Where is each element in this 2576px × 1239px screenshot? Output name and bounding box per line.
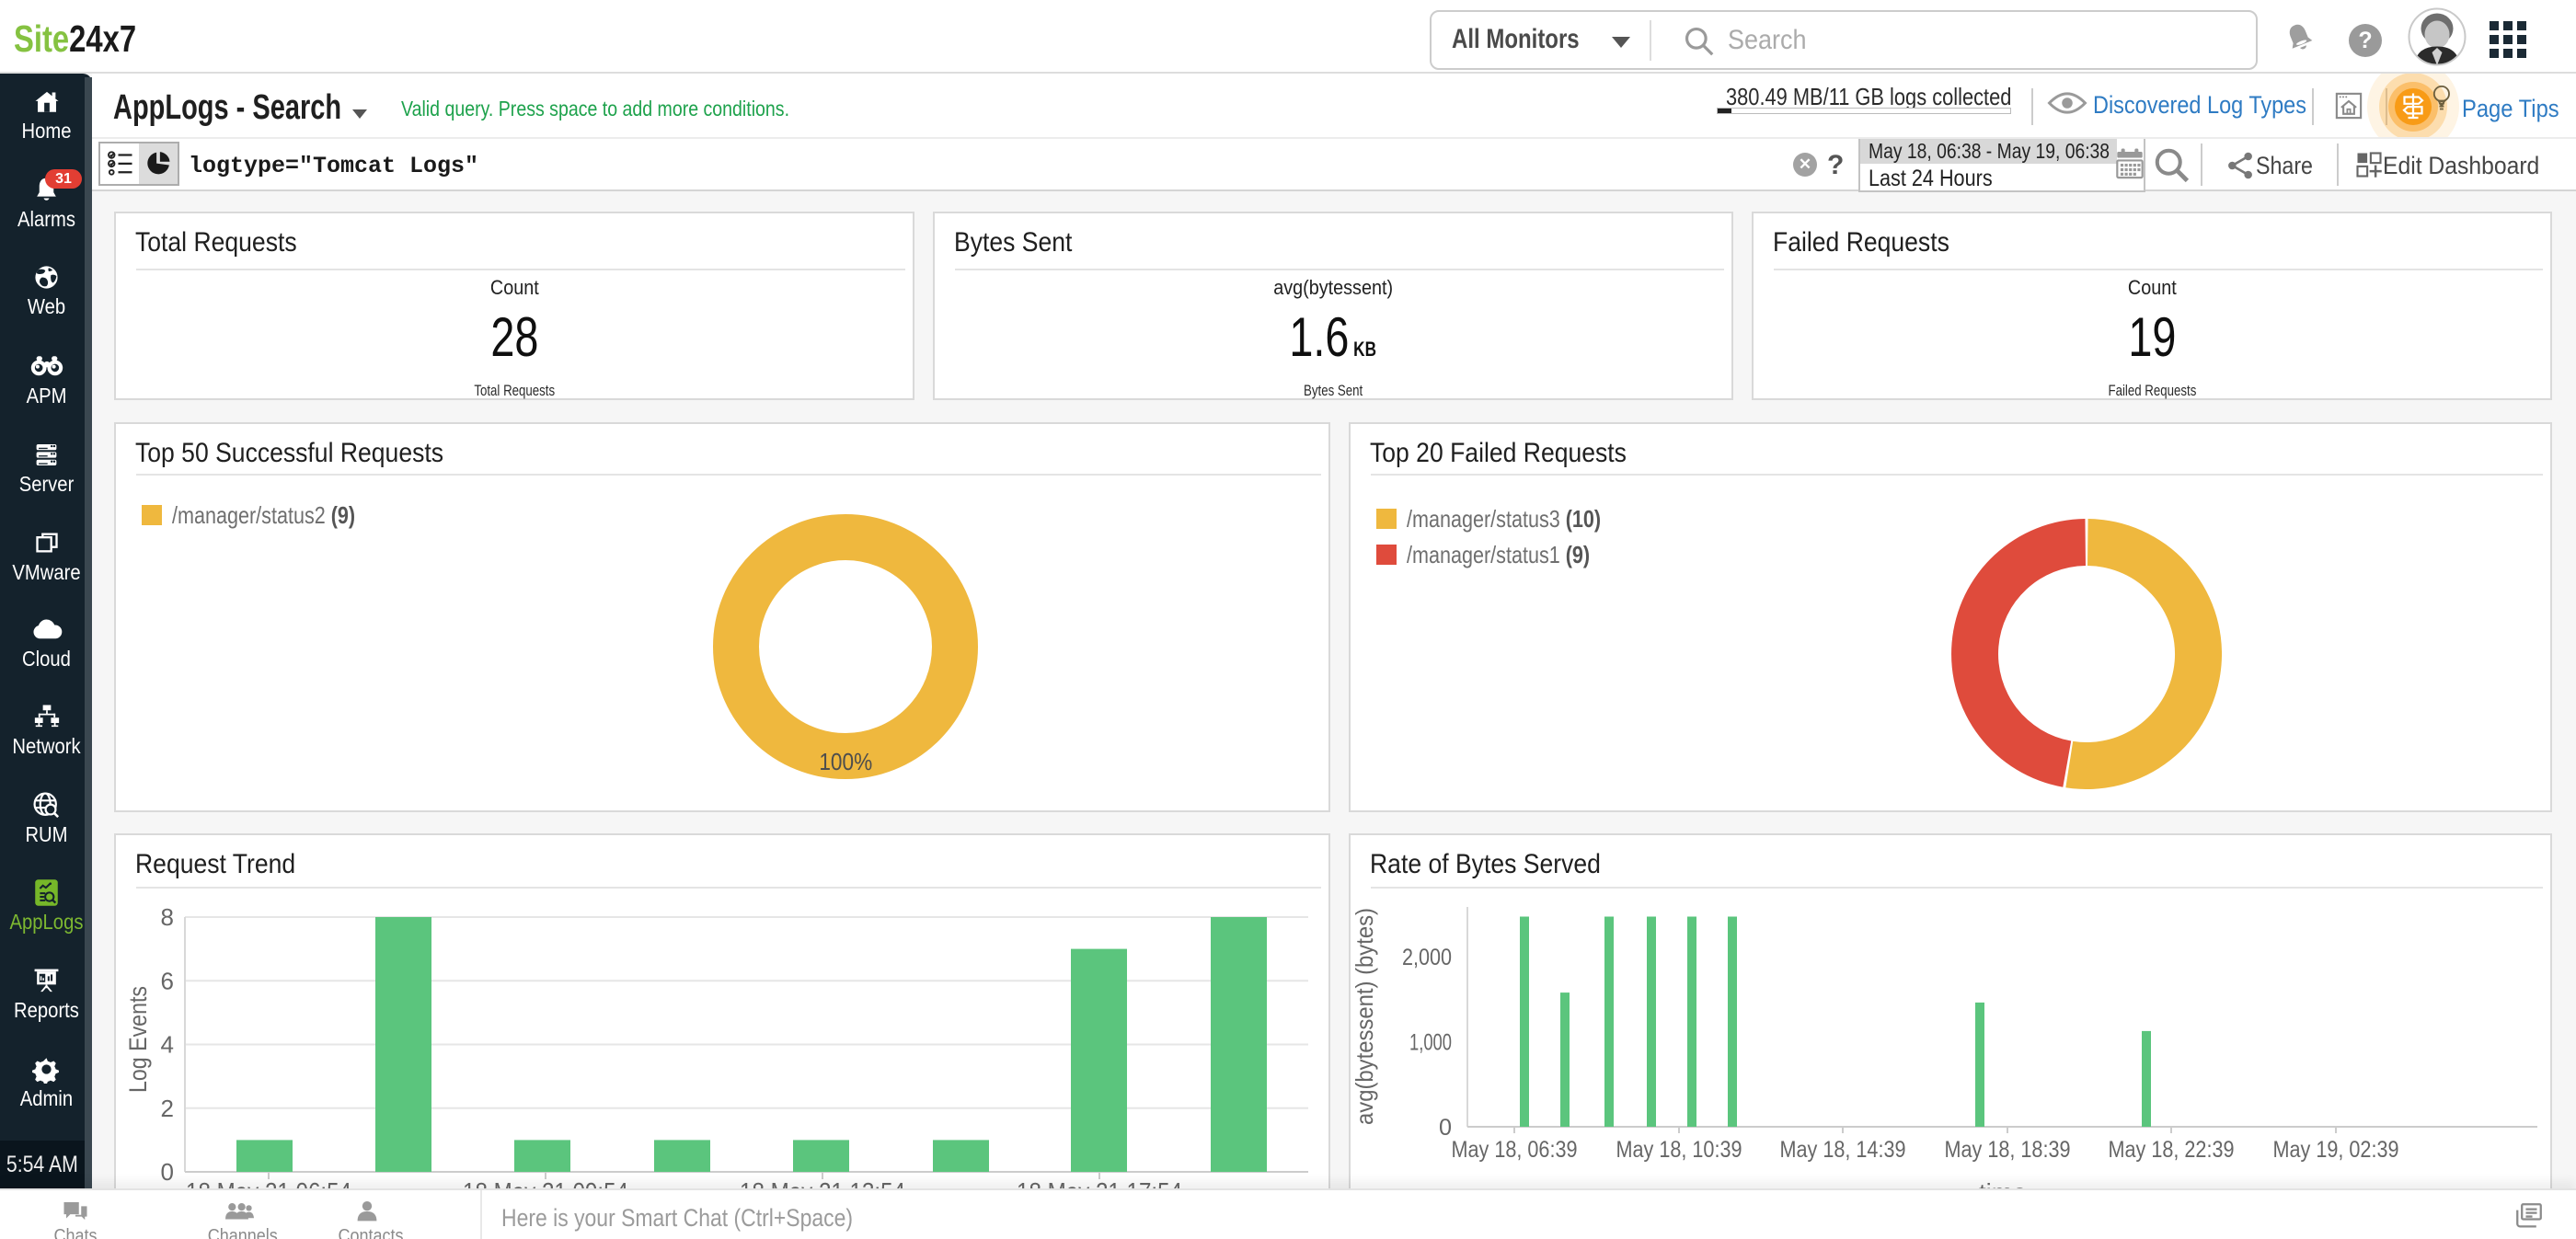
svg-text:1,000: 1,000 xyxy=(1409,1030,1452,1056)
svg-text:May 18, 22:39: May 18, 22:39 xyxy=(2109,1137,2235,1163)
svg-text:6: 6 xyxy=(161,967,174,994)
svg-text:2,000: 2,000 xyxy=(1402,945,1452,970)
svg-text:May 18, 14:39: May 18, 14:39 xyxy=(1780,1137,1906,1163)
svg-text:May 18, 18:39: May 18, 18:39 xyxy=(1945,1137,2071,1163)
svg-text:8: 8 xyxy=(161,903,174,931)
svg-text:May 19, 02:39: May 19, 02:39 xyxy=(2273,1137,2399,1163)
svg-text:May 18, 10:39: May 18, 10:39 xyxy=(1616,1137,1742,1163)
svg-text:May 18, 06:39: May 18, 06:39 xyxy=(1452,1137,1578,1163)
svg-text:0: 0 xyxy=(161,1158,174,1186)
svg-text:Log Events: Log Events xyxy=(124,986,152,1093)
svg-text:0: 0 xyxy=(1439,1115,1452,1141)
svg-text:4: 4 xyxy=(161,1031,174,1059)
svg-text:avg(bytessent) (bytes): avg(bytessent) (bytes) xyxy=(1351,908,1378,1125)
svg-text:2: 2 xyxy=(161,1095,174,1122)
